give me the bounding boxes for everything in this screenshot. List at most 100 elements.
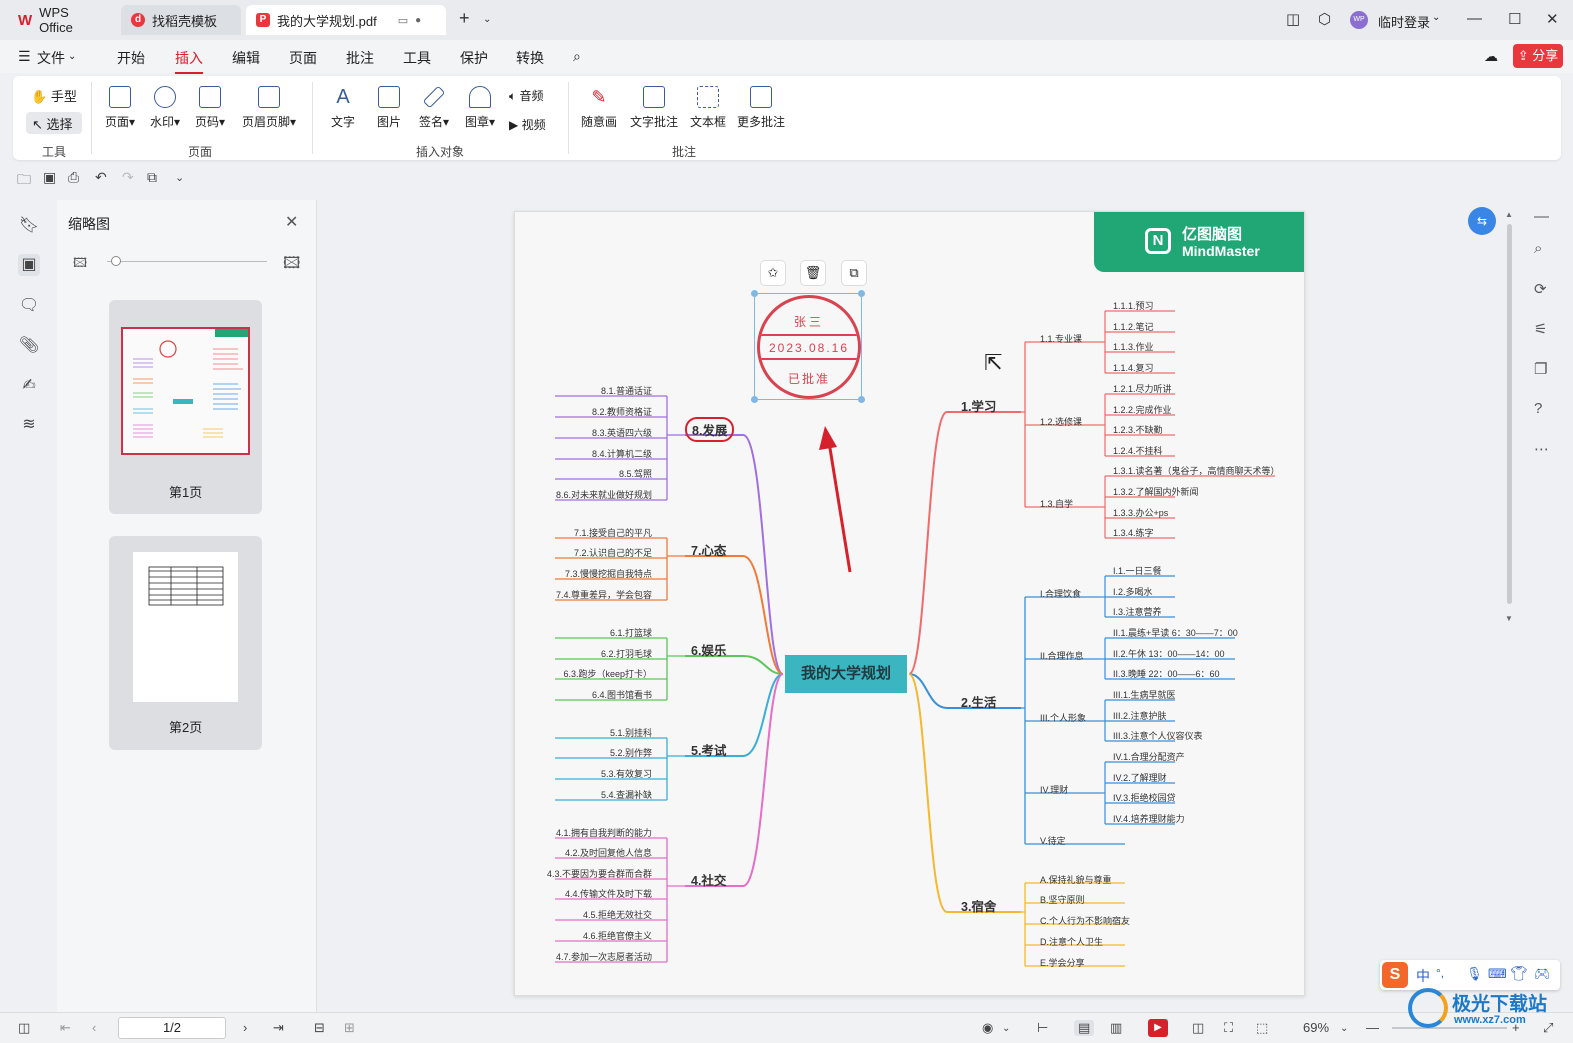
- full-screen-icon[interactable]: ⬚: [1256, 1020, 1268, 1036]
- print-icon[interactable]: ⎙: [68, 169, 79, 186]
- minimize-panel-icon[interactable]: —: [1534, 208, 1549, 225]
- sidebar-toggle-icon[interactable]: ◫: [18, 1020, 30, 1036]
- open-folder-icon[interactable]: 🗀: [17, 169, 31, 193]
- keyboard-icon[interactable]: ⌨: [1488, 966, 1507, 982]
- watermark-button[interactable]: 水印▾: [146, 86, 184, 130]
- search-icon[interactable]: ⌕: [573, 48, 581, 65]
- zoom-out-icon[interactable]: —: [1366, 1020, 1379, 1035]
- text-comment-button[interactable]: 文字批注: [628, 86, 680, 130]
- tab-pdf-document[interactable]: P 我的大学规划.pdf ▭ ●: [246, 5, 446, 35]
- settings-sliders-icon[interactable]: ⚟: [1534, 320, 1547, 338]
- bookmark-icon[interactable]: 🔖︎: [18, 215, 40, 237]
- save-icon[interactable]: ▣: [43, 169, 56, 186]
- layout-icon[interactable]: ◫: [1286, 10, 1300, 28]
- page-number-button[interactable]: 页码▾: [191, 86, 229, 130]
- share-button[interactable]: ⇪ 分享: [1513, 44, 1563, 68]
- menu-file[interactable]: 文件: [37, 48, 65, 68]
- close-icon[interactable]: ✕: [285, 212, 298, 232]
- delete-icon[interactable]: 🗑︎: [800, 260, 826, 286]
- sync-icon[interactable]: ⟳: [1534, 280, 1547, 298]
- chevron-down-icon[interactable]: ⌄: [1432, 12, 1440, 23]
- chevron-down-icon[interactable]: ⌄: [68, 51, 76, 62]
- menu-protect[interactable]: 保护: [460, 48, 488, 68]
- hamburger-icon[interactable]: ☰: [18, 48, 31, 65]
- game-icon[interactable]: 🎮︎: [1534, 966, 1551, 982]
- copy-icon[interactable]: ⧉: [841, 260, 867, 286]
- pin-icon[interactable]: ✩: [760, 260, 786, 286]
- menu-start[interactable]: 开始: [117, 48, 145, 68]
- scroll-down-icon[interactable]: ▼: [1505, 614, 1513, 623]
- translate-float-icon[interactable]: ⇆: [1468, 207, 1496, 235]
- textbox-button[interactable]: 文本框: [688, 86, 728, 130]
- menu-tools[interactable]: 工具: [403, 48, 431, 68]
- avatar[interactable]: WP: [1350, 11, 1368, 29]
- menu-page[interactable]: 页面: [289, 48, 317, 68]
- new-tab-icon[interactable]: +: [459, 8, 470, 29]
- menu-edit[interactable]: 编辑: [232, 48, 260, 68]
- stamp-button[interactable]: 图章▾: [461, 86, 499, 130]
- close-icon[interactable]: ✕: [1546, 10, 1559, 28]
- maximize-icon[interactable]: ☐: [1508, 10, 1521, 28]
- video-button[interactable]: ▶ 视频: [509, 116, 546, 133]
- chevron-down-icon[interactable]: ⌄: [1340, 1023, 1348, 1034]
- login-button[interactable]: 临时登录: [1378, 12, 1430, 31]
- page-button[interactable]: 页面▾: [101, 86, 139, 130]
- document-page[interactable]: 8.发展 8.1.普通话证 8.2.教师资格证 8.3.英语四六级 8.4.计算机二级 8…: [514, 211, 1305, 996]
- small-image-icon[interactable]: 🖾: [73, 254, 87, 276]
- vertical-scrollbar[interactable]: ▲ ▼: [1505, 210, 1513, 623]
- undo-icon[interactable]: ↶: [95, 169, 107, 186]
- cube-icon[interactable]: ⬡: [1318, 10, 1331, 28]
- redo-icon[interactable]: ↷: [122, 169, 134, 186]
- thumbnail-page-2[interactable]: 第2页: [109, 536, 262, 750]
- signature-button[interactable]: 签名▾: [415, 85, 453, 130]
- resize-handle[interactable]: [751, 290, 758, 297]
- hand-tool-button[interactable]: ✋ 手型: [31, 86, 87, 106]
- slider-handle[interactable]: [111, 256, 121, 266]
- tab-template[interactable]: d 找稻壳模板: [121, 5, 241, 35]
- eye-icon[interactable]: ◉: [982, 1020, 993, 1036]
- ime-lang-icon[interactable]: 中: [1416, 966, 1430, 986]
- mic-icon[interactable]: 🎙︎: [1466, 966, 1483, 982]
- play-icon[interactable]: ▶: [1148, 1019, 1168, 1037]
- copy-format-icon[interactable]: ⧉: [147, 169, 157, 186]
- chevron-down-icon[interactable]: ⌄: [175, 171, 184, 184]
- read-mode-icon[interactable]: ❐: [1534, 360, 1547, 378]
- back-icon[interactable]: ⊟: [314, 1020, 325, 1036]
- attachment-icon[interactable]: 📎︎: [18, 335, 40, 357]
- monitor-icon[interactable]: ▭: [398, 14, 408, 27]
- last-page-icon[interactable]: ⇥: [273, 1020, 284, 1036]
- thumbnail-size-slider[interactable]: [107, 261, 267, 262]
- cloud-icon[interactable]: ☁: [1484, 48, 1498, 65]
- single-page-icon[interactable]: ▤: [1074, 1020, 1095, 1036]
- header-footer-button[interactable]: 页眉页脚▾: [238, 86, 300, 130]
- freehand-button[interactable]: ✎ 随意画: [579, 86, 619, 130]
- tab-wps-home[interactable]: W WPS Office: [8, 5, 116, 35]
- menu-convert[interactable]: 转换: [516, 48, 544, 68]
- large-image-icon[interactable]: 🖾: [283, 252, 300, 279]
- scroll-up-icon[interactable]: ▲: [1505, 210, 1513, 219]
- image-button[interactable]: 图片: [374, 86, 404, 130]
- page-number-input[interactable]: 1/2: [118, 1017, 226, 1039]
- fit-page-icon[interactable]: ⛶: [1224, 1020, 1233, 1036]
- help-icon[interactable]: ?: [1534, 400, 1542, 417]
- chevron-down-icon[interactable]: ⌄: [1002, 1023, 1010, 1034]
- next-page-icon[interactable]: ›: [243, 1020, 247, 1035]
- resize-handle[interactable]: [751, 396, 758, 403]
- thumbnail-icon[interactable]: ▣: [18, 254, 40, 276]
- chevron-down-icon[interactable]: ⌄: [483, 14, 491, 25]
- minimize-icon[interactable]: —: [1467, 10, 1482, 27]
- book-view-icon[interactable]: ◫: [1192, 1020, 1204, 1036]
- first-page-icon[interactable]: ⇤: [60, 1020, 71, 1036]
- menu-insert[interactable]: 插入: [175, 48, 203, 74]
- comment-icon[interactable]: 🗨︎: [18, 295, 40, 317]
- resize-handle[interactable]: [858, 290, 865, 297]
- scrollbar-thumb[interactable]: [1507, 224, 1512, 604]
- forward-icon[interactable]: ⊞: [344, 1020, 355, 1036]
- two-page-icon[interactable]: ▥: [1110, 1020, 1122, 1036]
- layers-icon[interactable]: ≋: [18, 414, 40, 436]
- audio-button[interactable]: 🔈︎ 音频: [509, 87, 544, 104]
- prev-page-icon[interactable]: ‹: [92, 1020, 96, 1035]
- select-tool-button[interactable]: ↖ 选择: [26, 112, 82, 134]
- resize-handle[interactable]: [858, 396, 865, 403]
- stamp-selection-box[interactable]: 张三 2023.08.16 已批准: [751, 290, 865, 403]
